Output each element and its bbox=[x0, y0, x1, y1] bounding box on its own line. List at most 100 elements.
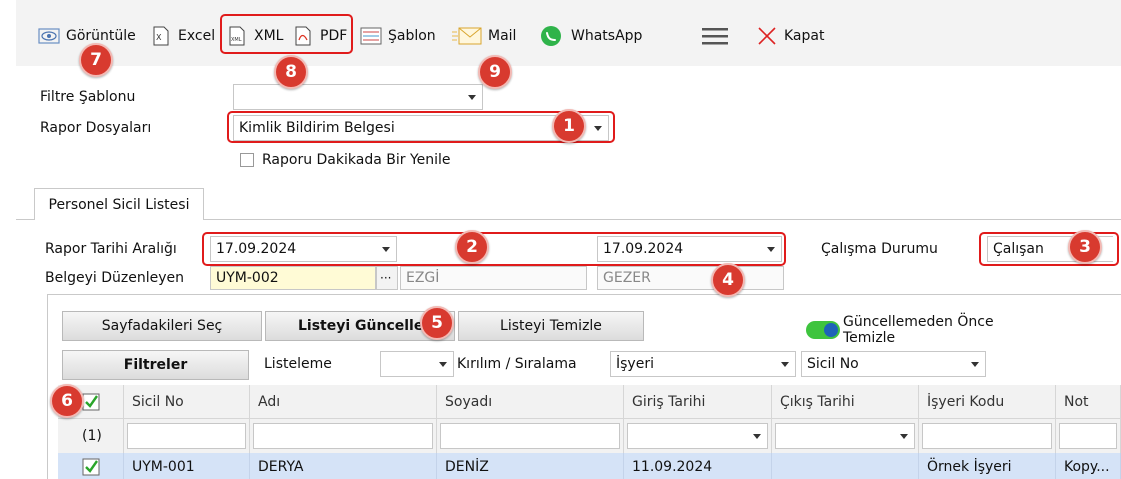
cell-adi[interactable]: DERYA bbox=[250, 453, 437, 479]
annotation-badge-9: 9 bbox=[478, 55, 512, 89]
report-files-label: Rapor Dosyaları bbox=[40, 120, 152, 136]
annotation-badge-7: 7 bbox=[79, 43, 113, 77]
view-label: Görüntüle bbox=[66, 28, 136, 44]
issuer-browse-button[interactable]: ··· bbox=[376, 266, 398, 290]
hamburger-menu-icon bbox=[702, 25, 728, 47]
tab-personnel-list[interactable]: Personel Sicil Listesi bbox=[34, 188, 204, 220]
column-header-not[interactable]: Not bbox=[1056, 385, 1121, 419]
date-to-value: 17.09.2024 bbox=[603, 241, 684, 257]
break-value: İşyeri bbox=[616, 356, 654, 372]
date-from-value: 17.09.2024 bbox=[216, 241, 297, 257]
close-label: Kapat bbox=[784, 28, 825, 44]
annotation-badge-3: 3 bbox=[1068, 230, 1102, 264]
filter-input-cikis[interactable] bbox=[775, 423, 915, 449]
filter-input-adi[interactable] bbox=[253, 423, 433, 449]
issuer-name-field: EZGİ bbox=[400, 266, 587, 290]
row-checkbox-icon[interactable] bbox=[82, 458, 100, 476]
filter-cell-not bbox=[1056, 419, 1121, 453]
chevron-down-icon bbox=[781, 362, 789, 367]
clear-before-update-label: Güncellemeden Önce Temizle bbox=[843, 314, 994, 346]
column-header-soyadi[interactable]: Soyadı bbox=[437, 385, 624, 419]
xml-file-icon: XML bbox=[226, 25, 248, 47]
clear-before-update-toggle[interactable] bbox=[806, 321, 840, 339]
chevron-down-icon bbox=[382, 247, 390, 252]
sort-select[interactable]: Sicil No bbox=[801, 351, 986, 377]
cell-not[interactable]: Kopy... bbox=[1056, 453, 1121, 479]
pdf-button[interactable]: PDF bbox=[292, 24, 347, 48]
column-header-isyeri[interactable]: İşyeri Kodu bbox=[919, 385, 1056, 419]
select-page-button[interactable]: Sayfadakileri Seç bbox=[62, 311, 262, 341]
filter-cell-soyadi bbox=[437, 419, 624, 453]
chevron-down-icon bbox=[594, 126, 602, 131]
filter-cell-adi bbox=[250, 419, 437, 453]
filter-cell-cikis bbox=[772, 419, 919, 453]
issuer-code-field[interactable]: UYM-002 bbox=[210, 266, 376, 290]
refresh-checkbox[interactable] bbox=[240, 153, 254, 167]
pdf-file-icon bbox=[292, 25, 314, 47]
close-x-icon bbox=[756, 25, 778, 47]
filter-cell-isyeri bbox=[919, 419, 1056, 453]
filter-input-soyadi[interactable] bbox=[440, 423, 620, 449]
chevron-down-icon bbox=[900, 434, 908, 439]
filter-input-sicil[interactable] bbox=[127, 423, 246, 449]
sort-value: Sicil No bbox=[807, 356, 859, 372]
refresh-label: Raporu Dakikada Bir Yenile bbox=[262, 152, 451, 168]
report-files-value: Kimlik Bildirim Belgesi bbox=[239, 120, 395, 136]
break-sort-label: Kırılım / Sıralama bbox=[457, 356, 577, 372]
chevron-down-icon bbox=[753, 434, 761, 439]
date-from-picker[interactable]: 17.09.2024 bbox=[210, 236, 397, 262]
cell-cikis[interactable] bbox=[772, 453, 919, 479]
filter-cell-sicil bbox=[124, 419, 250, 453]
annotation-badge-1: 1 bbox=[552, 109, 586, 143]
row-select-cell[interactable] bbox=[58, 453, 124, 479]
annotation-badge-4: 4 bbox=[711, 263, 745, 297]
template-button[interactable]: Şablon bbox=[360, 24, 436, 48]
annotation-badge-5: 5 bbox=[420, 306, 454, 340]
pdf-label: PDF bbox=[320, 28, 348, 44]
annotation-badge-2: 2 bbox=[455, 230, 489, 264]
xml-label: XML bbox=[254, 28, 284, 44]
cell-giris[interactable]: 11.09.2024 bbox=[624, 453, 772, 479]
menu-button[interactable] bbox=[702, 24, 734, 48]
work-status-label: Çalışma Durumu bbox=[821, 241, 938, 257]
column-header-adi[interactable]: Adı bbox=[250, 385, 437, 419]
chevron-down-icon bbox=[971, 362, 979, 367]
whatsapp-label: WhatsApp bbox=[571, 28, 643, 44]
annotation-badge-6: 6 bbox=[50, 384, 84, 418]
date-to-picker[interactable]: 17.09.2024 bbox=[597, 236, 782, 262]
issuer-label: Belgeyi Düzenleyen bbox=[45, 270, 184, 286]
cell-soyadi[interactable]: DENİZ bbox=[437, 453, 624, 479]
break-select[interactable]: İşyeri bbox=[610, 351, 796, 377]
column-header-giris[interactable]: Giriş Tarihi bbox=[624, 385, 772, 419]
filter-input-giris[interactable] bbox=[627, 423, 768, 449]
report-window: Görüntüle X Excel XML XML PDF Şablon Mai… bbox=[0, 0, 1121, 479]
cell-sicil[interactable]: UYM-001 bbox=[124, 453, 250, 479]
listing-select[interactable] bbox=[380, 351, 454, 377]
chevron-down-icon bbox=[767, 247, 775, 252]
cell-isyeri[interactable]: Örnek İşyeri bbox=[919, 453, 1056, 479]
svg-text:X: X bbox=[156, 33, 162, 42]
template-label: Şablon bbox=[388, 28, 436, 44]
filters-button[interactable]: Filtreler bbox=[62, 350, 249, 380]
chevron-down-icon bbox=[439, 362, 447, 367]
column-header-cikis[interactable]: Çıkış Tarihi bbox=[772, 385, 919, 419]
work-status-value: Çalışan bbox=[993, 241, 1044, 257]
mail-button[interactable]: Mail bbox=[452, 24, 516, 48]
clear-list-button[interactable]: Listeyi Temizle bbox=[458, 311, 644, 341]
filter-cell-giris bbox=[624, 419, 772, 453]
xml-button[interactable]: XML XML bbox=[226, 24, 283, 48]
chevron-down-icon bbox=[468, 95, 476, 100]
toggle-knob bbox=[824, 323, 838, 337]
filter-input-isyeri[interactable] bbox=[922, 423, 1052, 449]
date-range-label: Rapor Tarihi Aralığı bbox=[45, 241, 177, 257]
excel-button[interactable]: X Excel bbox=[150, 24, 215, 48]
filter-input-not[interactable] bbox=[1059, 423, 1117, 449]
whatsapp-icon bbox=[540, 25, 562, 47]
mail-icon bbox=[452, 25, 482, 47]
select-all-checkbox-icon[interactable] bbox=[82, 393, 100, 411]
whatsapp-button[interactable]: WhatsApp bbox=[540, 24, 642, 48]
close-button[interactable]: Kapat bbox=[756, 24, 824, 48]
column-header-sicil[interactable]: Sicil No bbox=[124, 385, 250, 419]
filter-template-select[interactable] bbox=[233, 84, 483, 110]
issuer-surname-field: GEZER bbox=[597, 266, 784, 290]
